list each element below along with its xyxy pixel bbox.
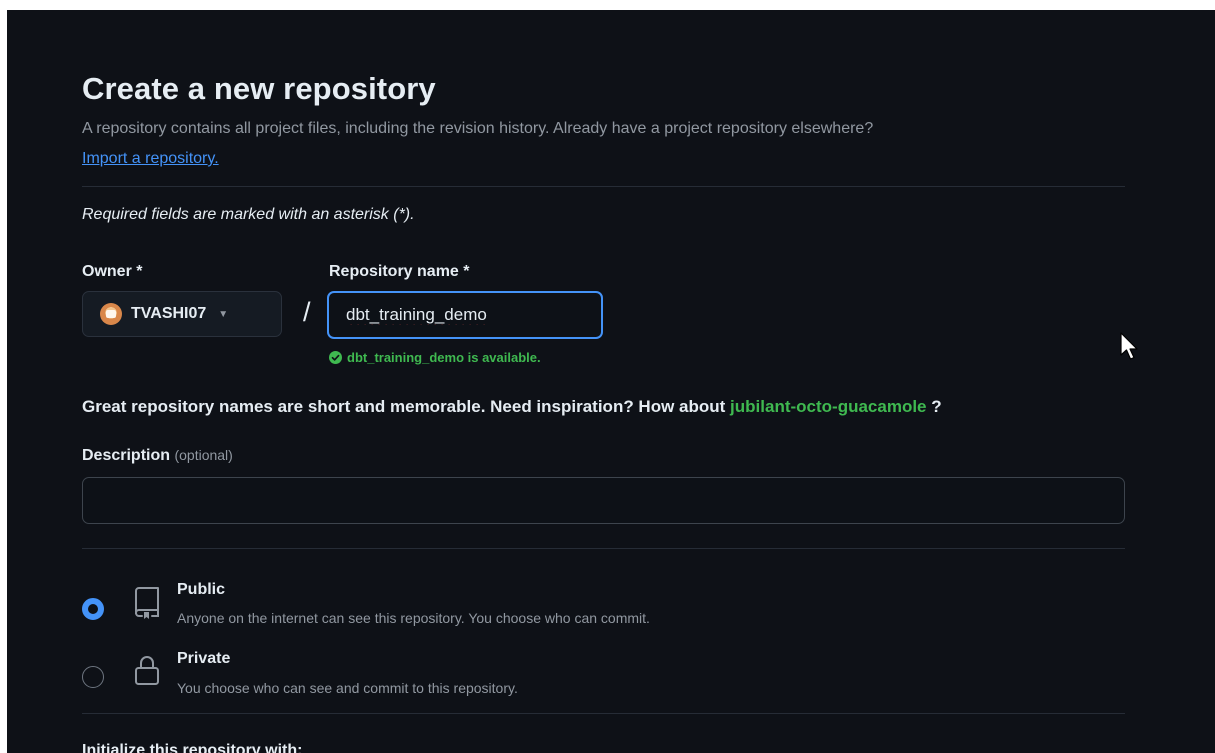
public-option-description: Anyone on the internet can see this repo…: [177, 610, 650, 626]
repository-name-input[interactable]: [327, 291, 603, 339]
private-option-title: Private: [177, 650, 231, 667]
page-title: Create a new repository: [82, 71, 436, 106]
availability-message: dbt_training_demo is available.: [329, 350, 541, 365]
inspiration-prefix: Great repository names are short and mem…: [82, 397, 726, 416]
description-divider: [82, 548, 1125, 549]
description-input[interactable]: [82, 477, 1125, 524]
owner-avatar: [100, 303, 122, 325]
mouse-cursor-icon: [1120, 332, 1138, 360]
inspiration-suffix: ?: [931, 397, 942, 416]
repository-name-label: Repository name *: [329, 263, 470, 280]
repo-icon: [135, 587, 159, 619]
page-subtitle: A repository contains all project files,…: [82, 120, 874, 137]
chevron-down-icon: ▼: [218, 308, 229, 320]
owner-repo-separator: /: [303, 297, 311, 327]
visibility-divider: [82, 713, 1125, 714]
private-radio[interactable]: [82, 666, 104, 688]
suggested-name-link[interactable]: jubilant-octo-guacamole: [730, 397, 926, 416]
availability-text: dbt_training_demo is available.: [347, 350, 541, 365]
description-label-text: Description: [82, 447, 171, 464]
header-divider: [82, 186, 1125, 187]
owner-dropdown[interactable]: TVASHI07 ▼: [82, 291, 282, 337]
initialize-heading: Initialize this repository with:: [82, 742, 303, 753]
description-optional-hint: (optional): [174, 447, 233, 463]
page-frame: Create a new repository A repository con…: [7, 10, 1215, 753]
required-fields-note: Required fields are marked with an aster…: [82, 206, 415, 223]
check-circle-icon: [329, 351, 342, 364]
lock-icon: [135, 656, 159, 685]
private-option-description: You choose who can see and commit to thi…: [177, 680, 518, 696]
description-label: Description (optional): [82, 447, 233, 465]
owner-name: TVASHI07: [131, 305, 207, 322]
public-radio[interactable]: [82, 598, 104, 620]
owner-label: Owner *: [82, 263, 143, 280]
inspiration-text: Great repository names are short and mem…: [82, 397, 942, 417]
import-repository-link[interactable]: Import a repository.: [82, 150, 219, 168]
public-option-title: Public: [177, 581, 226, 598]
